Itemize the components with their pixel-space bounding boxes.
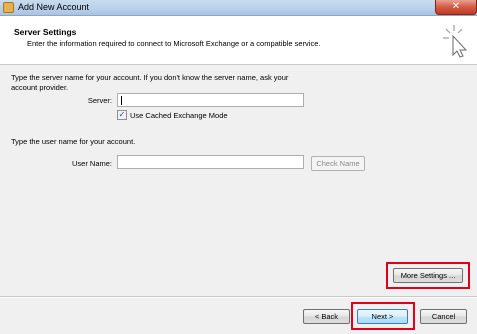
close-button[interactable]: ✕ [435, 0, 477, 15]
text-caret [121, 96, 122, 105]
cancel-button[interactable]: Cancel [420, 309, 467, 324]
cursor-sparkle-icon [443, 25, 468, 58]
cached-mode-label[interactable]: Use Cached Exchange Mode [130, 111, 228, 120]
app-icon [3, 2, 14, 13]
page-title: Server Settings [14, 27, 77, 37]
server-input[interactable] [117, 93, 304, 107]
next-button[interactable]: Next > [357, 309, 408, 324]
server-instructions-line1: Type the server name for your account. I… [11, 73, 289, 82]
footer-divider-highlight [0, 297, 477, 298]
back-button[interactable]: < Back [303, 309, 350, 324]
cached-mode-checkbox[interactable]: ✓ [117, 110, 127, 120]
username-label: User Name: [71, 159, 112, 168]
username-input[interactable] [117, 155, 304, 169]
window-title: Add New Account [18, 2, 90, 12]
server-instructions-line2: account provider. [11, 83, 69, 92]
title-bar: Add New Account ✕ [0, 0, 477, 16]
check-name-button[interactable]: Check Name [311, 156, 365, 171]
wizard-header: Server Settings Enter the information re… [0, 16, 477, 64]
header-divider [0, 64, 477, 65]
more-settings-button[interactable]: More Settings ... [393, 268, 463, 283]
server-label: Server: [87, 96, 112, 105]
page-description: Enter the information required to connec… [27, 39, 321, 48]
username-instructions: Type the user name for your account. [11, 137, 136, 146]
